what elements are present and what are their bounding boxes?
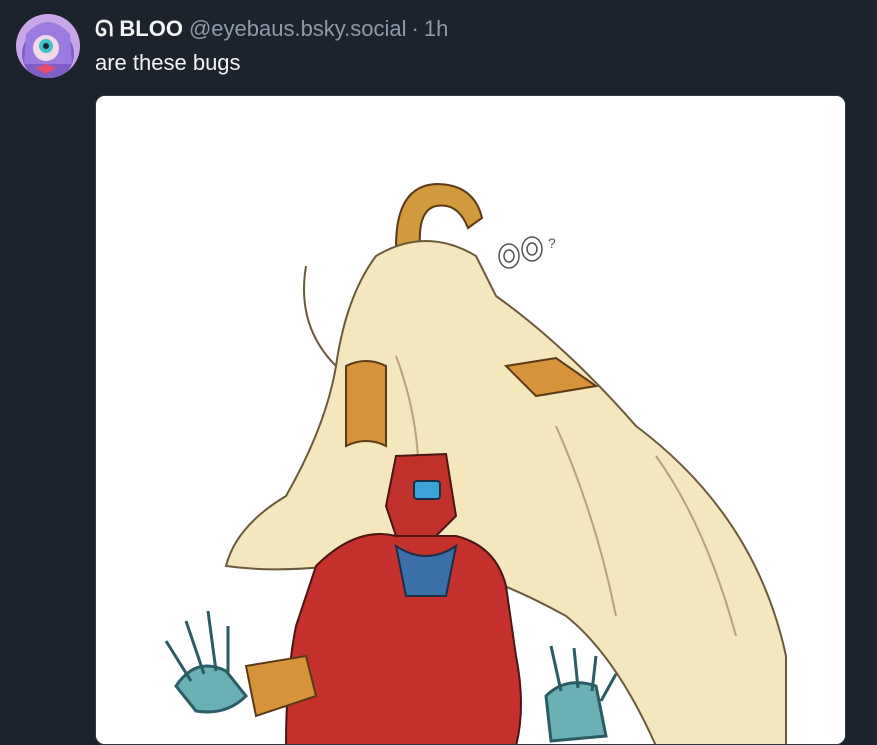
post-image[interactable]: ? [95,95,846,745]
author-avatar[interactable] [16,14,80,78]
header-separator: · [411,16,419,41]
author-display-name[interactable]: ᘏ BLOO [95,16,183,42]
post-timestamp[interactable]: 1h [424,16,448,42]
avatar-image [16,14,80,78]
post-text: are these bugs [95,50,241,75]
post-header: ᘏ BLOO @eyebaus.bsky.social · 1h [95,16,448,44]
author-name: BLOO [119,16,183,41]
sketch-question-mark: ? [548,235,556,251]
author-handle[interactable]: @eyebaus.bsky.social [189,16,407,42]
author-glyph: ᘏ [95,16,114,41]
feed-post: ᘏ BLOO @eyebaus.bsky.social · 1h are the… [0,0,877,745]
illustration-image: ? [96,96,845,744]
